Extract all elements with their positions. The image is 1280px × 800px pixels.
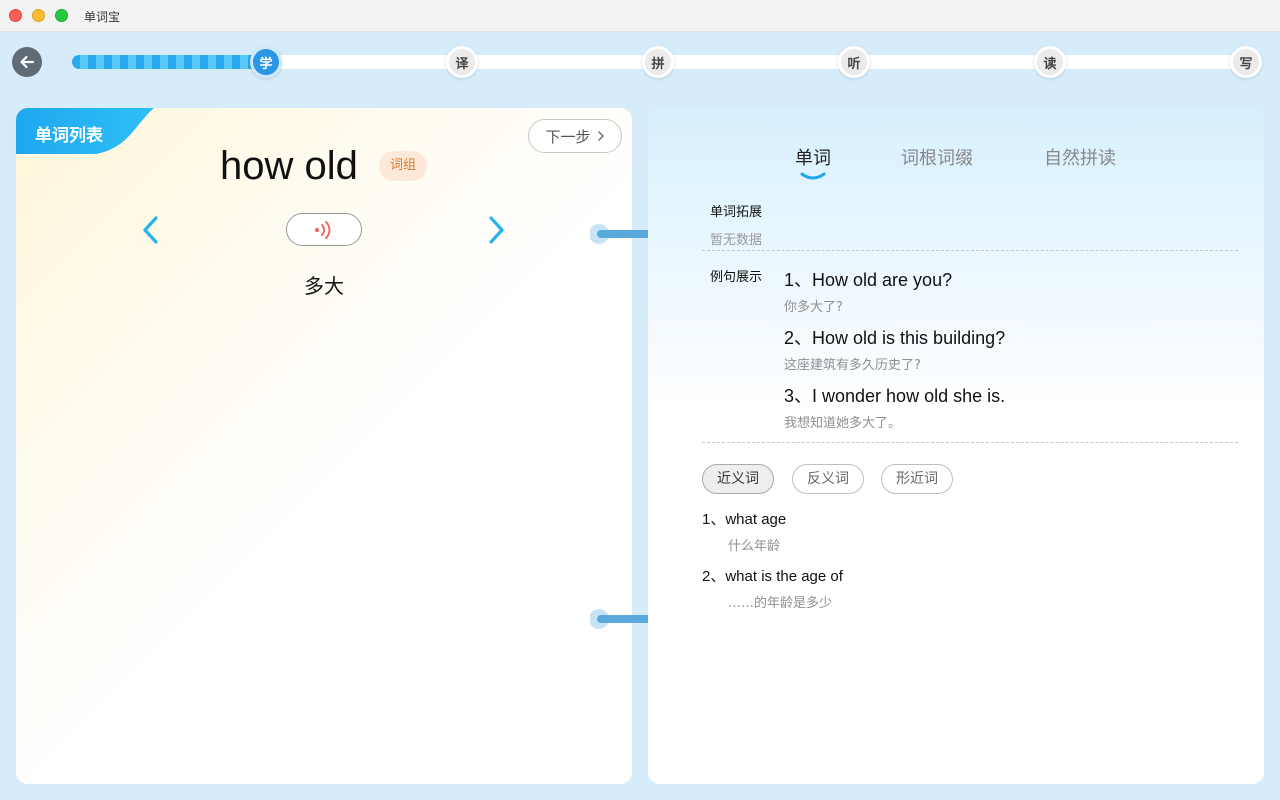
tab-phonics[interactable]: 自然拼读: [1044, 144, 1116, 170]
example-sentence: 2、How old is this building?: [784, 328, 1006, 348]
similar-words-tab[interactable]: 形近词: [881, 464, 953, 494]
divider: [702, 250, 1238, 251]
expansion-label: 单词拓展: [710, 205, 763, 220]
example-translation: 你多大了?: [784, 300, 843, 315]
step-learn[interactable]: 学: [250, 46, 282, 78]
synonyms-tab[interactable]: 近义词: [702, 464, 774, 494]
example-translation: 这座建筑有多久历史了?: [784, 358, 921, 373]
word-text: how old: [220, 144, 358, 188]
word-detail-panel: 单词 词根词缀 自然拼读 单词拓展 暂无数据 例句展示 1、How old ar…: [648, 108, 1264, 784]
arrow-left-icon: [20, 55, 35, 69]
next-step-button[interactable]: 下一步: [528, 119, 622, 153]
tab-roots-affixes[interactable]: 词根词缀: [901, 144, 973, 170]
step-translate[interactable]: 译: [446, 46, 478, 78]
progress-fill: [72, 55, 266, 69]
synonym-item: 2、what is the age of: [702, 568, 843, 585]
zoom-window-button[interactable]: [55, 9, 68, 22]
back-button[interactable]: [12, 47, 42, 77]
expansion-empty-text: 暂无数据: [710, 233, 763, 248]
title-bar: 单词宝: [0, 0, 1280, 32]
step-read[interactable]: 读: [1034, 46, 1066, 78]
word-list-label: 单词列表: [35, 126, 103, 146]
next-step-label: 下一步: [545, 127, 591, 146]
tab-word[interactable]: 单词: [795, 144, 831, 170]
synonym-translation: 什么年龄: [728, 539, 781, 554]
play-audio-button[interactable]: [286, 213, 362, 246]
example-sentence: 3、I wonder how old she is.: [784, 386, 1006, 406]
chevron-right-icon: [597, 130, 604, 142]
active-tab-indicator: [800, 172, 826, 180]
word-card-panel: 单词列表 下一步 how old 词组 多大: [16, 108, 632, 784]
word-list-tab[interactable]: 单词列表: [16, 108, 156, 154]
step-write[interactable]: 写: [1230, 46, 1262, 78]
step-listen[interactable]: 听: [838, 46, 870, 78]
examples-label: 例句展示: [710, 270, 763, 285]
word-type-badge: 词组: [379, 151, 428, 181]
example-sentence: 1、How old are you?: [784, 270, 953, 290]
divider: [702, 442, 1238, 443]
next-word-arrow-icon[interactable]: [486, 214, 506, 246]
step-spell[interactable]: 拼: [642, 46, 674, 78]
close-window-button[interactable]: [9, 9, 22, 22]
example-translation: 我想知道她多大了。: [784, 416, 902, 431]
synonym-translation: ……的年龄是多少: [728, 596, 833, 611]
word-meaning: 多大: [304, 274, 344, 298]
antonyms-tab[interactable]: 反义词: [792, 464, 864, 494]
window-title: 单词宝: [84, 10, 121, 24]
synonym-item: 1、what age: [702, 511, 787, 528]
previous-word-arrow-icon[interactable]: [141, 214, 161, 246]
speaker-icon: [314, 220, 331, 239]
minimize-window-button[interactable]: [32, 9, 45, 22]
